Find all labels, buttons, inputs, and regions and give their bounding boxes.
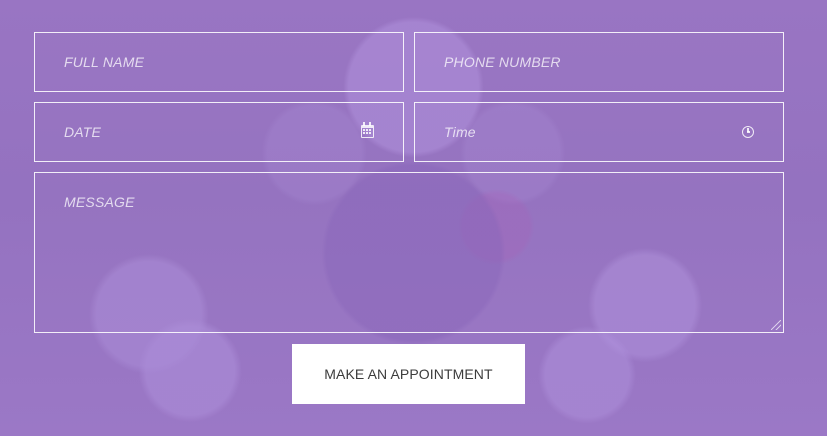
date-input[interactable]: DATE (34, 102, 404, 162)
time-placeholder: Time (444, 124, 476, 140)
phone-number-placeholder: PHONE NUMBER (444, 54, 561, 70)
time-input[interactable]: Time (414, 102, 784, 162)
appointment-form: FULL NAME PHONE NUMBER DATE Time MESSAGE… (34, 32, 784, 404)
message-placeholder: MESSAGE (64, 194, 135, 210)
full-name-placeholder: FULL NAME (64, 54, 145, 70)
full-name-input[interactable]: FULL NAME (34, 32, 404, 92)
date-placeholder: DATE (64, 124, 102, 140)
message-textarea[interactable]: MESSAGE (34, 172, 784, 333)
phone-number-input[interactable]: PHONE NUMBER (414, 32, 784, 92)
calendar-icon[interactable] (361, 122, 374, 138)
resize-handle-icon[interactable] (771, 320, 781, 330)
make-appointment-button[interactable]: MAKE AN APPOINTMENT (292, 344, 525, 404)
clock-icon[interactable] (742, 126, 754, 138)
